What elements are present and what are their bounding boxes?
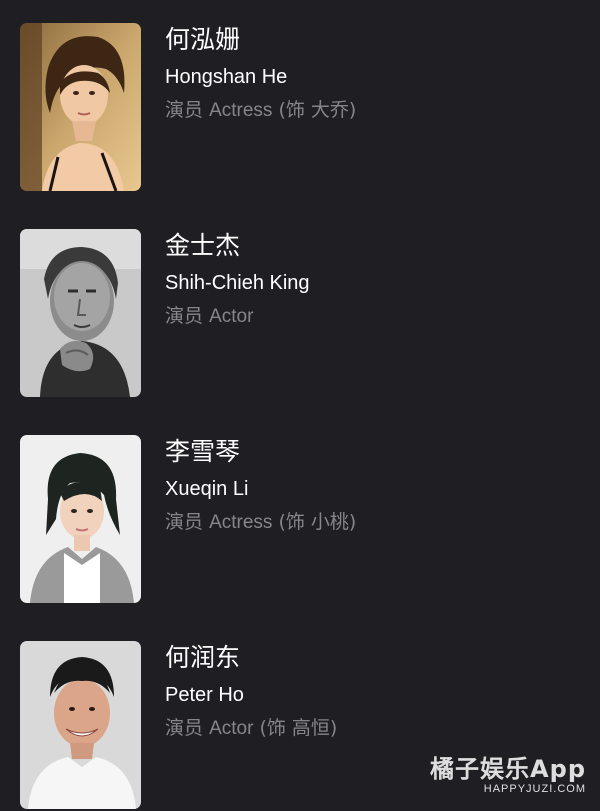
role-label-en: Actor [209,718,254,739]
watermark: 橘子娱乐App HAPPYJUZI.COM [430,755,586,796]
cast-photo[interactable] [20,435,141,603]
cast-role: 演员 Actor [165,304,253,329]
watermark-title: 橘子娱乐App [430,755,586,783]
portrait-photo-icon [20,23,141,191]
cast-photo[interactable] [20,641,141,809]
watermark-url: HAPPYJUZI.COM [483,783,586,795]
cast-name-en: Hongshan He [165,66,288,88]
character-name: (饰 高恒) [259,717,338,739]
cast-name-en: Shih-Chieh King [165,272,310,294]
role-label-cn: 演员 [165,511,204,533]
role-label-en: Actress [209,512,273,533]
character-name: (饰 小桃) [278,511,357,533]
portrait-photo-icon [20,229,141,397]
portrait-photo-icon [20,641,141,809]
cast-role: 演员 Actress (饰 小桃) [165,510,356,535]
cast-role: 演员 Actress (饰 大乔) [165,98,356,123]
cast-photo[interactable] [20,23,141,191]
role-label-cn: 演员 [165,305,204,327]
cast-name-cn: 何泓姗 [165,25,241,54]
cast-photo[interactable] [20,229,141,397]
cast-name-en: Peter Ho [165,684,244,706]
role-label-cn: 演员 [165,99,204,121]
cast-item[interactable]: 何泓姗 Hongshan He 演员 Actress (饰 大乔) [0,23,600,193]
role-label-en: Actor [209,306,254,327]
role-label-cn: 演员 [165,717,204,739]
cast-name-cn: 何润东 [165,643,241,672]
role-label-en: Actress [209,100,273,121]
cast-name-en: Xueqin Li [165,478,249,500]
portrait-photo-icon [20,435,141,603]
cast-item[interactable]: 金士杰 Shih-Chieh King 演员 Actor [0,229,600,399]
cast-item[interactable]: 李雪琴 Xueqin Li 演员 Actress (饰 小桃) [0,435,600,605]
cast-role: 演员 Actor (饰 高恒) [165,716,337,741]
cast-name-cn: 金士杰 [165,231,241,260]
character-name: (饰 大乔) [278,99,357,121]
cast-list: 何泓姗 Hongshan He 演员 Actress (饰 大乔) 金士杰 Sh… [0,0,600,810]
cast-name-cn: 李雪琴 [165,437,241,466]
